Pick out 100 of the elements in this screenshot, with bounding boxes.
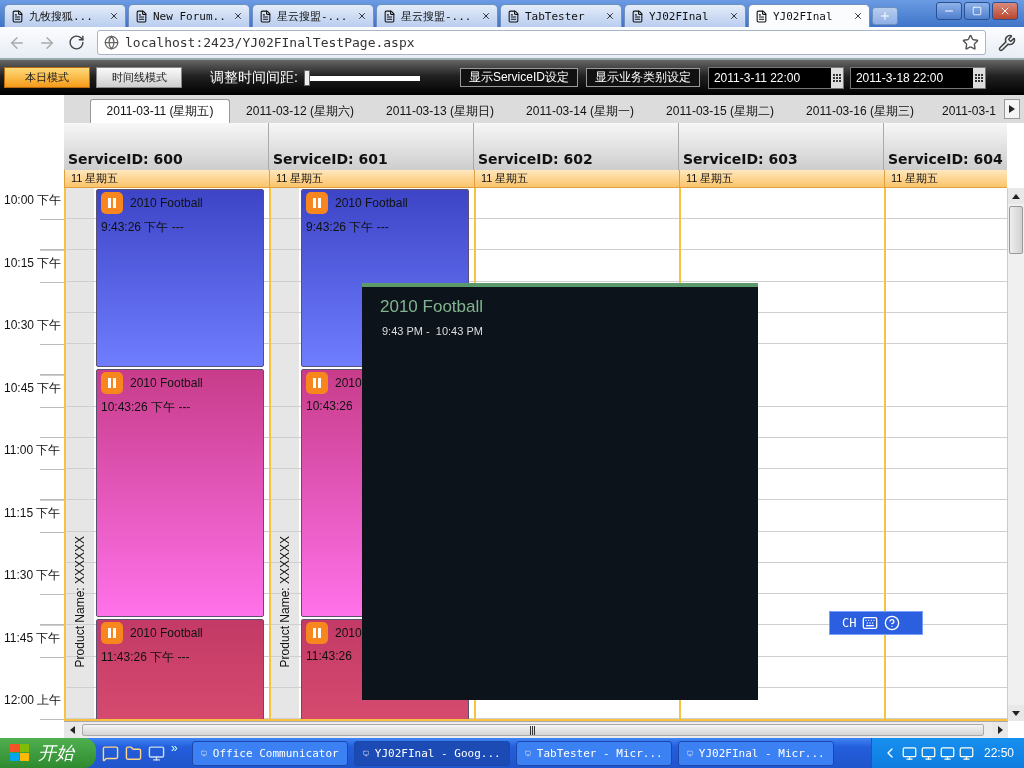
day-label: 11 星期五 (679, 170, 884, 188)
page-icon (507, 9, 520, 23)
more-label[interactable]: » (171, 738, 178, 755)
close-icon[interactable] (109, 11, 119, 21)
address-field[interactable]: localhost:2423/YJ02FInalTestPage.aspx (97, 30, 986, 55)
browser-tab[interactable]: New Forum... (128, 4, 250, 27)
time-label: 11:45 下午 (4, 630, 61, 645)
event-title: 2010 (335, 626, 362, 640)
horizontal-scrollbar[interactable] (64, 721, 1008, 738)
help-icon[interactable] (884, 615, 901, 631)
time-label: 12:00 上午 (4, 693, 62, 707)
right-arrow-icon (997, 726, 1003, 734)
close-button[interactable] (992, 2, 1018, 20)
event-time: 11:43:26 (306, 649, 352, 663)
browser-tab[interactable]: YJ02FInal (624, 4, 746, 27)
event-time: 10:43:26 (306, 399, 353, 413)
globe-icon (104, 35, 119, 50)
event-title: 2010 (335, 376, 362, 390)
product-name: Product Name: XXXXXX (278, 535, 292, 667)
pause-icon[interactable] (306, 372, 328, 394)
interval-slider[interactable] (303, 69, 420, 86)
pause-icon[interactable] (101, 372, 123, 394)
date-tab[interactable]: 2011-03-14 (星期一) (510, 99, 650, 123)
pause-icon[interactable] (101, 622, 123, 644)
page-icon (259, 9, 272, 23)
scroll-thumb[interactable] (82, 724, 984, 736)
browser-tab[interactable]: 九牧搜狐... (4, 4, 126, 27)
folder-icon[interactable] (125, 744, 142, 762)
scroll-thumb[interactable] (1009, 206, 1023, 254)
up-arrow-icon (1012, 193, 1020, 199)
event-time: 9:43:26 下午 --- (101, 219, 184, 236)
date-field[interactable]: 2011-3-18 22:00 (849, 66, 986, 89)
reload-icon[interactable] (68, 34, 85, 51)
grid-icon[interactable] (830, 67, 843, 88)
service-header: ServiceID: 600 (64, 123, 269, 170)
close-icon[interactable] (481, 11, 491, 21)
grip-icon (530, 725, 536, 735)
plus-icon (879, 10, 891, 22)
left-arrow-icon (69, 726, 75, 734)
minimize-button[interactable] (936, 2, 962, 20)
vertical-scrollbar[interactable] (1007, 188, 1024, 721)
close-icon[interactable] (357, 11, 367, 21)
date-tab[interactable]: 2011-03-15 (星期二) (650, 99, 790, 123)
pause-icon[interactable] (306, 622, 328, 644)
taskbar-button[interactable]: TabTester - Micr... (515, 740, 672, 766)
event-title: 2010 Football (130, 196, 203, 210)
date-tab[interactable]: 2011-03-11 (星期五) (90, 99, 230, 123)
close-icon[interactable] (605, 11, 615, 21)
browser-tab[interactable]: YJ02FInal (748, 4, 870, 27)
page-icon (11, 9, 24, 23)
close-icon[interactable] (729, 11, 739, 21)
date-field[interactable]: 2011-3-11 22:00 (707, 66, 844, 89)
scroll-left-button[interactable] (64, 722, 80, 738)
event-card[interactable]: 2010 Football 10:43:26 下午 --- (96, 369, 264, 617)
taskbar-button[interactable]: Office Communicator (191, 740, 348, 766)
scroll-down-button[interactable] (1008, 705, 1024, 721)
time-label: 10:30 下午 (4, 318, 62, 332)
browser-tab[interactable]: 星云搜盟-... (376, 4, 498, 27)
date-tab[interactable]: 2011-03-16 (星期三) (790, 99, 930, 123)
taskbar-button[interactable]: YJ02FInal - Goog... (353, 740, 510, 766)
down-arrow-icon (1012, 710, 1020, 716)
new-tab-button[interactable] (872, 7, 898, 25)
monitor-icon[interactable] (901, 745, 917, 761)
ime-language[interactable]: CH (842, 616, 857, 630)
time-label: 11:30 下午 (4, 568, 61, 582)
monitor-icon[interactable] (148, 744, 165, 762)
pause-icon[interactable] (306, 192, 328, 214)
close-icon[interactable] (233, 11, 243, 21)
close-icon[interactable] (853, 11, 863, 21)
browser-tab[interactable]: 星云搜盟-... (252, 4, 374, 27)
event-time: 11:43:26 下午 --- (101, 649, 190, 666)
mode-button[interactable]: 本日模式 (4, 67, 90, 88)
day-label: 11 星期五 (474, 170, 679, 188)
settings-toggle-button[interactable]: 显示业务类别设定 (585, 68, 700, 87)
monitor-icon[interactable] (958, 745, 974, 761)
slider-thumb[interactable] (303, 69, 310, 86)
date-tab[interactable]: 2011-03-12 (星期六) (230, 99, 370, 123)
taskbar-button[interactable]: YJ02FInal - Micr... (677, 740, 834, 766)
scroll-right-button[interactable] (992, 722, 1008, 738)
scroll-up-button[interactable] (1008, 188, 1024, 204)
date-tab[interactable]: 2011-03-1 (930, 99, 996, 123)
scroll-right-button[interactable] (1004, 99, 1020, 119)
maximize-button[interactable] (964, 2, 990, 20)
keyboard-icon[interactable] (862, 615, 879, 631)
time-label: 10:00 下午 (4, 193, 62, 207)
event-title: 2010 Football (130, 626, 203, 640)
date-tab[interactable]: 2011-03-13 (星期日) (370, 99, 510, 123)
mode-button[interactable]: 时间线模式 (96, 67, 182, 88)
chat-icon[interactable] (102, 744, 119, 762)
browser-tab[interactable]: TabTester (500, 4, 622, 27)
star-icon[interactable] (962, 34, 979, 51)
grid-icon[interactable] (972, 67, 985, 88)
event-card[interactable]: 2010 Football 11:43:26 下午 --- (96, 619, 264, 719)
pause-icon[interactable] (101, 192, 123, 214)
settings-toggle-button[interactable]: 显示ServiceID设定 (459, 68, 578, 87)
monitor-icon[interactable] (920, 745, 936, 761)
time-label: 10:45 下午 (4, 380, 62, 395)
monitor-icon[interactable] (939, 745, 955, 761)
wrench-icon[interactable] (998, 33, 1016, 52)
start-button[interactable]: 开始 (0, 738, 96, 768)
